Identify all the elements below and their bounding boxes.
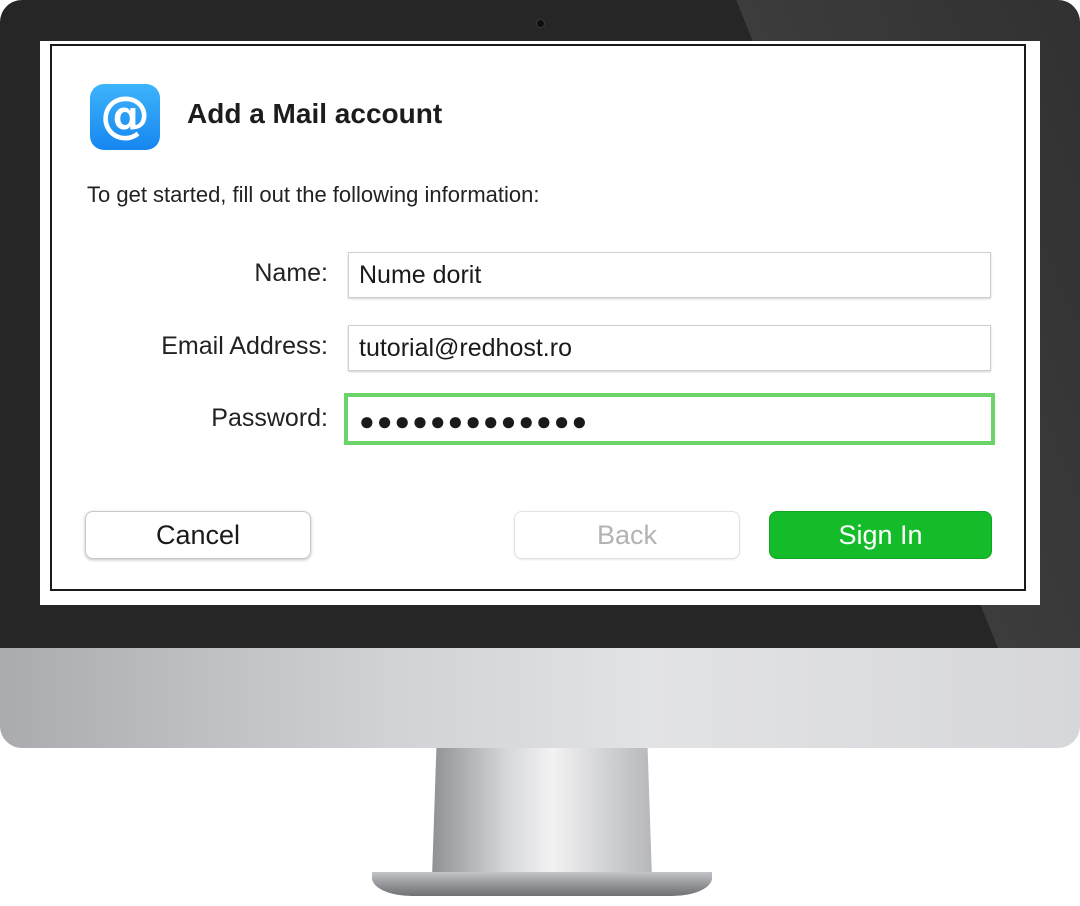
back-button[interactable]: Back xyxy=(514,511,740,559)
name-label: Name: xyxy=(254,259,328,287)
monitor-stand xyxy=(432,748,652,878)
monitor-stand-base xyxy=(372,872,712,896)
camera-icon xyxy=(536,19,545,28)
name-field[interactable]: Nume dorit xyxy=(348,252,991,298)
dialog-title: Add a Mail account xyxy=(187,98,443,129)
password-label: Password: xyxy=(211,404,328,432)
mail-at-icon: @ xyxy=(90,84,160,150)
dialog-instructions: To get started, fill out the following i… xyxy=(87,182,540,207)
app-icon-glyph: @ xyxy=(100,86,150,144)
email-label: Email Address: xyxy=(161,332,328,360)
password-field[interactable]: ●●●●●●●●●●●●● xyxy=(344,393,995,445)
add-mail-account-dialog: @ Add a Mail account To get started, fil… xyxy=(50,44,1026,591)
cancel-button[interactable]: Cancel xyxy=(85,511,311,559)
monitor-chin xyxy=(0,648,1080,748)
sign-in-button[interactable]: Sign In xyxy=(769,511,992,559)
monitor-screen: @ Add a Mail account To get started, fil… xyxy=(40,41,1040,605)
email-field[interactable]: tutorial@redhost.ro xyxy=(348,325,991,371)
